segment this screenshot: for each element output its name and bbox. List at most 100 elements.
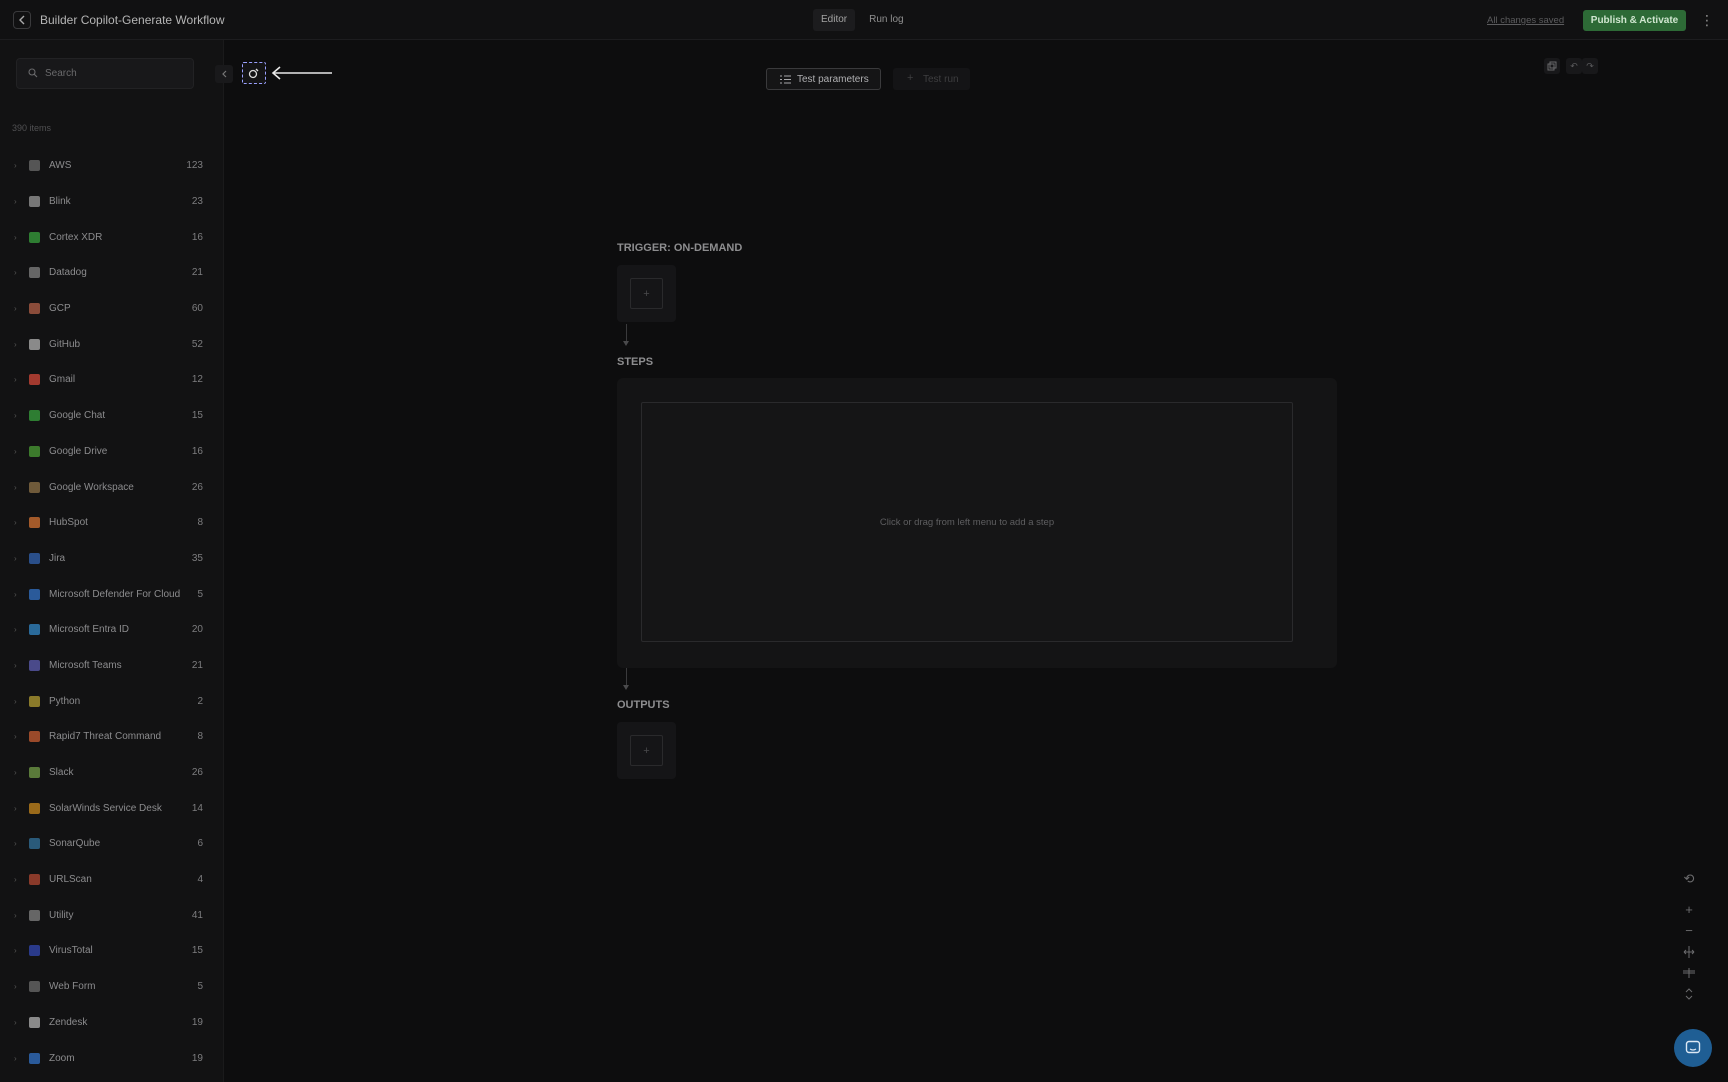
chevron-right-icon[interactable]: › bbox=[14, 554, 17, 563]
sidebar-item-urlscan[interactable]: › URLScan 4 bbox=[0, 862, 224, 898]
fit-horizontal-icon[interactable] bbox=[1680, 941, 1698, 962]
expand-vertical-icon[interactable] bbox=[1680, 983, 1698, 1004]
chevron-right-icon[interactable]: › bbox=[14, 982, 17, 991]
sidebar-item-hubspot[interactable]: › HubSpot 8 bbox=[0, 505, 224, 541]
chevron-right-icon[interactable]: › bbox=[14, 268, 17, 277]
chevron-right-icon[interactable]: › bbox=[14, 161, 17, 170]
chevron-right-icon[interactable]: › bbox=[14, 1054, 17, 1063]
chevron-right-icon[interactable]: › bbox=[14, 1018, 17, 1027]
sidebar-item-datadog[interactable]: › Datadog 21 bbox=[0, 255, 224, 291]
sidebar-item-label: Datadog bbox=[49, 267, 87, 279]
chevron-right-icon[interactable]: › bbox=[14, 233, 17, 242]
sidebar-item-blink[interactable]: › Blink 23 bbox=[0, 184, 224, 220]
sidebar-item-count: 60 bbox=[191, 303, 203, 315]
chevron-right-icon[interactable]: › bbox=[14, 447, 17, 456]
chevron-right-icon[interactable]: › bbox=[14, 411, 17, 420]
sidebar-item-count: 8 bbox=[197, 731, 203, 743]
sidebar-item-aws[interactable]: › AWS 123 bbox=[0, 148, 224, 184]
sidebar-item-google-workspace[interactable]: › Google Workspace 26 bbox=[0, 469, 224, 505]
sidebar-item-jira[interactable]: › Jira 35 bbox=[0, 541, 224, 577]
sidebar-item-microsoft-defender-for-cloud[interactable]: › Microsoft Defender For Cloud 5 bbox=[0, 576, 224, 612]
zoom-controls: ⟲ + − bbox=[1680, 868, 1698, 1004]
sidebar-item-utility[interactable]: › Utility 41 bbox=[0, 897, 224, 933]
steps-dropzone[interactable]: Click or drag from left menu to add a st… bbox=[641, 402, 1293, 642]
sidebar-item-google-drive[interactable]: › Google Drive 16 bbox=[0, 434, 224, 470]
chevron-right-icon[interactable]: › bbox=[14, 483, 17, 492]
chevron-right-icon[interactable]: › bbox=[14, 839, 17, 848]
solarwinds-icon bbox=[29, 802, 40, 814]
fit-vertical-icon[interactable] bbox=[1680, 962, 1698, 983]
plus-icon: + bbox=[907, 72, 914, 84]
sidebar-item-python[interactable]: › Python 2 bbox=[0, 683, 224, 719]
sidebar-item-count: 5 bbox=[197, 588, 203, 600]
github-icon bbox=[29, 338, 40, 350]
more-vertical-icon[interactable]: ⋮ bbox=[1700, 11, 1714, 29]
sidebar-item-microsoft-entra-id[interactable]: › Microsoft Entra ID 20 bbox=[0, 612, 224, 648]
search-input[interactable] bbox=[45, 59, 185, 88]
sidebar-item-rapid7-threat-command[interactable]: › Rapid7 Threat Command 8 bbox=[0, 719, 224, 755]
chevron-right-icon[interactable]: › bbox=[14, 304, 17, 313]
sidebar-item-label: Microsoft Defender For Cloud bbox=[49, 588, 181, 600]
workflow-title: Builder Copilot-Generate Workflow bbox=[40, 13, 225, 27]
reset-view-icon[interactable]: ⟲ bbox=[1680, 868, 1698, 889]
test-parameters-button[interactable]: Test parameters bbox=[766, 68, 881, 90]
sidebar-item-zoom[interactable]: › Zoom 19 bbox=[0, 1040, 224, 1076]
connector-arrow bbox=[623, 341, 629, 346]
saved-status[interactable]: All changes saved bbox=[1487, 15, 1564, 26]
sidebar-item-count: 52 bbox=[191, 338, 203, 350]
sidebar-item-microsoft-teams[interactable]: › Microsoft Teams 21 bbox=[0, 648, 224, 684]
microsoft-defender-icon bbox=[29, 588, 40, 600]
search-box[interactable] bbox=[16, 58, 194, 89]
sidebar-item-gmail[interactable]: › Gmail 12 bbox=[0, 362, 224, 398]
zendesk-icon bbox=[29, 1016, 40, 1028]
redo-icon[interactable]: ↷ bbox=[1582, 58, 1598, 74]
sidebar-item-label: Blink bbox=[49, 196, 71, 208]
add-trigger-button[interactable]: + bbox=[630, 278, 663, 309]
items-count: 390 items bbox=[12, 123, 52, 133]
back-button[interactable] bbox=[13, 11, 31, 29]
python-icon bbox=[29, 695, 40, 707]
sidebar-item-label: Cortex XDR bbox=[49, 231, 103, 243]
chevron-right-icon[interactable]: › bbox=[14, 732, 17, 741]
sidebar-item-sonarqube[interactable]: › SonarQube 6 bbox=[0, 826, 224, 862]
chevron-left-icon bbox=[222, 70, 227, 78]
chevron-right-icon[interactable]: › bbox=[14, 804, 17, 813]
sidebar-item-virustotal[interactable]: › VirusTotal 15 bbox=[0, 933, 224, 969]
google-chat-icon bbox=[29, 410, 40, 422]
undo-icon[interactable]: ↶ bbox=[1566, 58, 1582, 74]
cortex-xdr-icon bbox=[29, 231, 40, 243]
chevron-right-icon[interactable]: › bbox=[14, 197, 17, 206]
chevron-right-icon[interactable]: › bbox=[14, 697, 17, 706]
copilot-icon[interactable] bbox=[242, 62, 266, 84]
sidebar-item-slack[interactable]: › Slack 26 bbox=[0, 755, 224, 791]
sidebar-item-label: Google Chat bbox=[49, 410, 106, 422]
aws-icon bbox=[29, 160, 40, 172]
sidebar-item-github[interactable]: › GitHub 52 bbox=[0, 326, 224, 362]
collapse-sidebar-button[interactable] bbox=[215, 65, 233, 83]
chevron-right-icon[interactable]: › bbox=[14, 518, 17, 527]
chevron-right-icon[interactable]: › bbox=[14, 661, 17, 670]
publish-activate-button[interactable]: Publish & Activate bbox=[1583, 10, 1686, 31]
sidebar-item-google-chat[interactable]: › Google Chat 15 bbox=[0, 398, 224, 434]
copy-icon[interactable] bbox=[1544, 58, 1560, 74]
zoom-out-icon[interactable]: − bbox=[1680, 920, 1698, 941]
sidebar-item-cortex-xdr[interactable]: › Cortex XDR 16 bbox=[0, 219, 224, 255]
chevron-right-icon[interactable]: › bbox=[14, 340, 17, 349]
tab-run-log[interactable]: Run log bbox=[861, 9, 911, 31]
tab-editor[interactable]: Editor bbox=[813, 9, 856, 31]
sidebar-item-solarwinds-service-desk[interactable]: › SolarWinds Service Desk 14 bbox=[0, 790, 224, 826]
chat-launcher-button[interactable] bbox=[1674, 1029, 1712, 1067]
sidebar-item-gcp[interactable]: › GCP 60 bbox=[0, 291, 224, 327]
chevron-right-icon[interactable]: › bbox=[14, 946, 17, 955]
chevron-right-icon[interactable]: › bbox=[14, 590, 17, 599]
chevron-right-icon[interactable]: › bbox=[14, 911, 17, 920]
chevron-right-icon[interactable]: › bbox=[14, 768, 17, 777]
chevron-right-icon[interactable]: › bbox=[14, 875, 17, 884]
sidebar-item-web-form[interactable]: › Web Form 5 bbox=[0, 969, 224, 1005]
chevron-right-icon[interactable]: › bbox=[14, 375, 17, 384]
chevron-right-icon[interactable]: › bbox=[14, 625, 17, 634]
test-run-button[interactable]: + Test run bbox=[893, 68, 970, 90]
zoom-in-icon[interactable]: + bbox=[1680, 899, 1698, 920]
add-output-button[interactable]: + bbox=[630, 735, 663, 766]
sidebar-item-zendesk[interactable]: › Zendesk 19 bbox=[0, 1005, 224, 1041]
